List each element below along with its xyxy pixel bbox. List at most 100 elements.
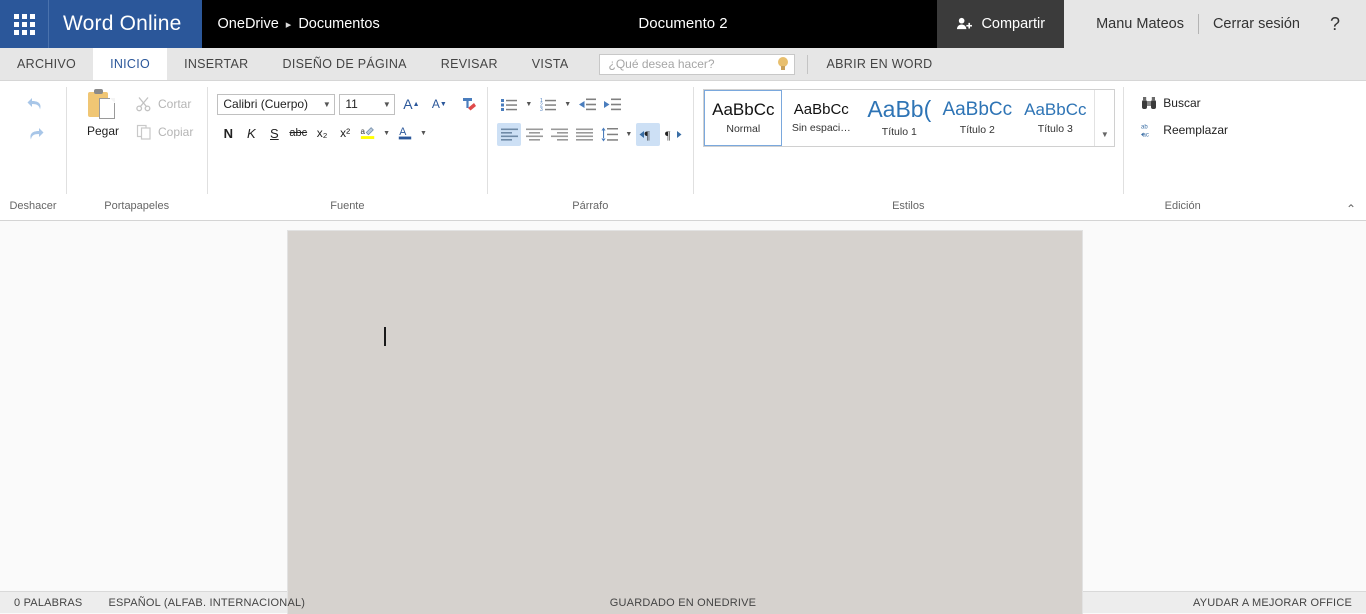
style-name: Título 1: [881, 126, 917, 138]
font-color-chevron-down-icon[interactable]: ▼: [417, 130, 430, 137]
chevron-down-icon[interactable]: ▼: [379, 100, 394, 109]
language-indicator[interactable]: ESPAÑOL (ALFAB. INTERNACIONAL): [108, 597, 331, 609]
subscript-button[interactable]: x₂: [311, 122, 333, 144]
bold-button[interactable]: N: [217, 122, 239, 144]
account-zone: Manu Mateos Cerrar sesión ?: [1064, 0, 1366, 48]
superscript-label: x²: [340, 126, 351, 140]
decrease-indent-button[interactable]: [575, 93, 599, 116]
align-right-button[interactable]: [547, 123, 571, 146]
clear-formatting-button[interactable]: [455, 93, 479, 115]
style-name: Normal: [726, 123, 761, 135]
style-preview: AaBbCc: [1024, 100, 1087, 119]
undo-arrow-icon: [27, 97, 41, 109]
ribbon-group-parrafo: ▼ 1 2 3 ▼ ▼ ¶ ¶ Párrafo: [487, 81, 693, 220]
bullets-chevron-down-icon[interactable]: ▼: [522, 101, 535, 108]
style-item-titulo-3[interactable]: AaBbCc Título 3: [1016, 90, 1094, 146]
cut-button[interactable]: Cortar: [130, 93, 199, 115]
tell-me-input[interactable]: [608, 57, 777, 71]
numbered-list-button[interactable]: 1 2 3: [536, 93, 560, 116]
style-preview: AaBbCc: [793, 101, 849, 118]
font-family-combo[interactable]: Calibri (Cuerpo) ▼: [217, 93, 336, 115]
share-button[interactable]: Compartir: [937, 0, 1065, 48]
justify-button[interactable]: [572, 123, 596, 146]
title-bar-right: Compartir Manu Mateos Cerrar sesión ?: [937, 0, 1366, 48]
left-to-right-button[interactable]: ¶: [636, 123, 661, 146]
tab-insertar[interactable]: INSERTAR: [167, 48, 265, 80]
grow-font-button[interactable]: A ▲: [399, 93, 423, 115]
strikethrough-button[interactable]: abc: [286, 122, 310, 144]
numbering-chevron-down-icon[interactable]: ▼: [561, 101, 574, 108]
replace-icon: ab ac: [1141, 125, 1149, 138]
tab-revisar[interactable]: REVISAR: [424, 48, 515, 80]
text-highlight-button[interactable]: a: [357, 122, 379, 144]
svg-text:ab: ab: [1141, 125, 1148, 131]
document-page[interactable]: [287, 230, 1083, 614]
collapse-ribbon-chevron-up-icon[interactable]: ⌃: [1346, 202, 1356, 216]
font-size-combo[interactable]: 11 ▼: [339, 93, 396, 115]
brand-title[interactable]: Word Online: [48, 0, 202, 48]
increase-indent-button[interactable]: [600, 93, 624, 116]
chevron-down-icon[interactable]: ▼: [319, 100, 334, 109]
redo-arrow-icon: [29, 127, 43, 139]
breadcrumb-separator-icon: ▸: [285, 18, 292, 31]
tab-inicio[interactable]: INICIO: [93, 48, 168, 80]
highlight-chevron-down-icon[interactable]: ▼: [380, 130, 393, 137]
styles-gallery: AaBbCc Normal AaBbCc Sin espaci… AaBb( T…: [703, 89, 1116, 147]
ribbon-group-fuente: Calibri (Cuerpo) ▼ 11 ▼ A ▲ A ▼ N K S ab…: [207, 81, 487, 220]
word-count[interactable]: 0 PALABRAS: [14, 597, 108, 609]
editing-column: Buscar ab ac Reemplazar: [1135, 87, 1234, 141]
copy-button[interactable]: Copiar: [130, 121, 199, 143]
style-item-titulo-2[interactable]: AaBbCc Título 2: [938, 90, 1016, 146]
breadcrumb-documentos[interactable]: Documentos: [298, 16, 379, 32]
feedback-link[interactable]: AYUDAR A MEJORAR OFFICE: [1193, 597, 1352, 609]
superscript-button[interactable]: x²: [334, 122, 356, 144]
style-item-normal[interactable]: AaBbCc Normal: [704, 90, 783, 146]
group-label-parrafo: Párrafo: [572, 200, 609, 212]
undo-button[interactable]: [22, 91, 48, 117]
tab-diseno-de-pagina[interactable]: DISEÑO DE PÁGINA: [266, 48, 424, 80]
redo-button[interactable]: [22, 121, 48, 147]
breadcrumb-onedrive[interactable]: OneDrive: [218, 16, 279, 32]
tab-archivo[interactable]: ARCHIVO: [0, 48, 93, 80]
line-spacing-chevron-down-icon[interactable]: ▼: [622, 131, 635, 138]
svg-text:A: A: [399, 126, 407, 138]
app-launcher-button[interactable]: [0, 0, 48, 48]
line-spacing-button[interactable]: [597, 123, 621, 146]
group-label-portapapeles: Portapapeles: [104, 200, 170, 212]
italic-label: K: [247, 125, 256, 141]
copy-label: Copiar: [158, 125, 194, 139]
find-button[interactable]: Buscar: [1135, 92, 1234, 114]
align-center-icon: [525, 128, 543, 141]
right-to-left-button[interactable]: ¶: [661, 123, 685, 146]
undo-redo-column: [8, 87, 58, 147]
align-center-button[interactable]: [522, 123, 546, 146]
font-color-button[interactable]: A: [394, 122, 416, 144]
style-name: Sin espaci…: [791, 122, 851, 134]
shrink-font-button[interactable]: A ▼: [427, 93, 451, 115]
tell-me-box[interactable]: [599, 53, 796, 75]
style-item-titulo-1[interactable]: AaBb( Título 1: [860, 90, 938, 146]
replace-button[interactable]: ab ac Reemplazar: [1135, 119, 1234, 141]
cut-label: Cortar: [158, 97, 192, 111]
italic-button[interactable]: K: [240, 122, 262, 144]
open-in-word-button[interactable]: ABRIR EN WORD: [812, 48, 946, 80]
bold-label: N: [223, 125, 234, 141]
styles-more-chevron-down-icon[interactable]: ▼: [1094, 90, 1114, 146]
document-canvas[interactable]: [0, 221, 1366, 614]
status-bar-content: 0 PALABRAS ESPAÑOL (ALFAB. INTERNACIONAL…: [14, 597, 1352, 609]
bulleted-list-button[interactable]: [497, 93, 521, 116]
align-left-button[interactable]: [497, 123, 522, 146]
help-icon[interactable]: ?: [1314, 14, 1352, 35]
clipboard-paste-icon: [88, 89, 118, 121]
svg-text:3: 3: [540, 107, 543, 112]
font-size-value: 11: [345, 97, 358, 111]
style-item-sin-espaciado[interactable]: AaBbCc Sin espaci…: [782, 90, 860, 146]
underline-button[interactable]: S: [263, 122, 285, 144]
sign-out-link[interactable]: Cerrar sesión: [1199, 16, 1314, 32]
style-name: Título 3: [1037, 123, 1073, 135]
style-name: Título 2: [959, 124, 995, 136]
user-name[interactable]: Manu Mateos: [1082, 16, 1198, 32]
paste-button[interactable]: Pegar: [76, 87, 130, 140]
bulleted-list-icon: [500, 99, 517, 111]
tab-vista[interactable]: VISTA: [515, 48, 586, 80]
